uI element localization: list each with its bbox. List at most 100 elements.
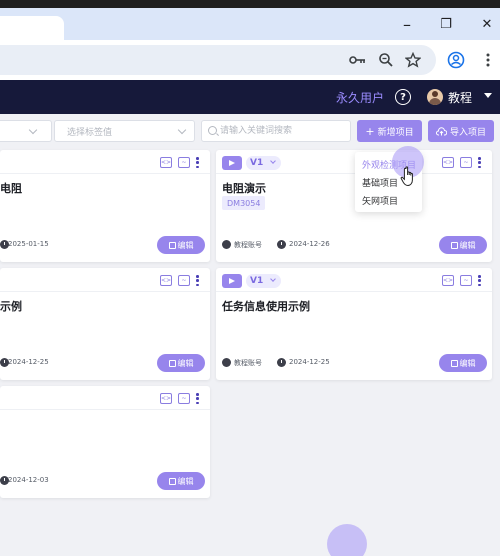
chevron-down-icon (177, 125, 187, 135)
card-header: <> ~ (0, 150, 210, 174)
more-icon[interactable] (196, 275, 199, 286)
send-tag-icon[interactable] (222, 274, 242, 288)
more-icon[interactable] (196, 393, 199, 404)
more-icon[interactable] (478, 275, 481, 286)
edit-label: 编辑 (459, 240, 476, 250)
card-title: 电阻 (0, 182, 22, 195)
project-card[interactable]: V1 <> ~ 电阻演示 DM3054 教程账号 2024-12-26 编辑 (216, 150, 492, 262)
clock-icon (277, 358, 286, 367)
project-card[interactable]: <> ~ 电阻 2025-01-15 编辑 (0, 150, 210, 262)
code-icon[interactable]: <> (160, 393, 172, 404)
new-project-label: 新增项目 (377, 127, 414, 138)
edit-button[interactable]: 编辑 (157, 236, 205, 254)
course-menu-label[interactable]: 教程 (448, 89, 472, 106)
project-card[interactable]: V1 <> ~ 任务信息使用示例 教程账号 2024-12-25 编辑 (216, 268, 492, 380)
address-bar[interactable] (0, 45, 436, 75)
edit-button[interactable]: 编辑 (439, 354, 487, 372)
user-status-label[interactable]: 永久用户 (336, 89, 384, 106)
click-ripple (327, 524, 367, 556)
card-header: V1 <> ~ (216, 150, 492, 174)
menu-item-vna-project[interactable]: 矢网项目 (362, 194, 398, 207)
profile-icon[interactable] (446, 50, 466, 70)
screen-top-edge (0, 0, 500, 8)
chevron-down-icon (28, 125, 38, 135)
card-date: 2024-12-25 (8, 358, 49, 366)
search-box[interactable] (201, 120, 351, 142)
chart-icon[interactable]: ~ (460, 275, 472, 286)
browser-tab[interactable] (0, 16, 64, 40)
code-icon[interactable]: <> (442, 157, 454, 168)
chart-icon[interactable]: ~ (460, 157, 472, 168)
edit-label: 编辑 (177, 358, 194, 368)
edit-button[interactable]: 编辑 (157, 472, 205, 490)
close-icon[interactable]: ✕ (472, 12, 500, 36)
new-project-button[interactable]: + 新增项目 (357, 120, 422, 142)
edit-icon (168, 477, 176, 485)
search-input[interactable] (220, 123, 348, 139)
edit-label: 编辑 (459, 358, 476, 368)
project-card[interactable]: <> ~ 2024-12-03 编辑 (0, 386, 210, 498)
code-icon[interactable]: <> (160, 275, 172, 286)
send-tag-icon[interactable] (222, 156, 242, 170)
card-header: V1 <> ~ (216, 268, 492, 292)
project-card[interactable]: <> ~ 示例 2024-12-25 编辑 (0, 268, 210, 380)
chevron-down-icon (270, 158, 276, 164)
hand-cursor-icon (400, 166, 413, 187)
card-title: 任务信息使用示例 (222, 300, 310, 313)
filter-toolbar: 选择标签值 + 新增项目 导入项目 (0, 114, 500, 150)
code-icon[interactable]: <> (442, 275, 454, 286)
zoom-icon[interactable] (376, 50, 396, 70)
user-icon (222, 240, 231, 249)
user-icon (222, 358, 231, 367)
menu-item-basic-project[interactable]: 基础项目 (362, 176, 398, 189)
help-icon[interactable]: ? (395, 89, 411, 105)
card-author: 教程账号 (234, 241, 262, 249)
import-project-button[interactable]: 导入项目 (428, 120, 494, 142)
version-label: V1 (250, 158, 264, 168)
chart-icon[interactable]: ~ (178, 275, 190, 286)
edit-icon (450, 241, 458, 249)
key-icon[interactable] (348, 50, 368, 70)
card-header: <> ~ (0, 386, 210, 410)
search-icon (208, 126, 217, 135)
edit-button[interactable]: 编辑 (439, 236, 487, 254)
more-icon[interactable] (478, 157, 481, 168)
caret-down-icon[interactable] (484, 93, 492, 98)
version-label: V1 (250, 276, 264, 286)
import-project-label: 导入项目 (449, 127, 486, 138)
code-icon[interactable]: <> (160, 157, 172, 168)
tag-select-placeholder: 选择标签值 (67, 128, 113, 138)
version-select[interactable]: V1 (246, 156, 281, 170)
card-date: 2024-12-26 (289, 240, 330, 248)
minimize-icon[interactable]: – (392, 12, 422, 36)
chevron-down-icon (270, 276, 276, 282)
version-select[interactable]: V1 (246, 274, 281, 288)
edit-icon (168, 359, 176, 367)
category-select[interactable] (0, 120, 52, 142)
card-author: 教程账号 (234, 359, 262, 367)
avatar[interactable] (427, 89, 443, 105)
browser-toolbar (0, 40, 500, 80)
app-header: 永久用户 ? 教程 (0, 80, 500, 114)
card-title: 电阻演示 (222, 182, 266, 195)
card-date: 2024-12-25 (289, 358, 330, 366)
clock-icon (277, 240, 286, 249)
bookmark-star-icon[interactable] (403, 50, 423, 70)
edit-icon (168, 241, 176, 249)
edit-label: 编辑 (177, 476, 194, 486)
browser-titlebar (0, 8, 500, 40)
edit-label: 编辑 (177, 240, 194, 250)
chart-icon[interactable]: ~ (178, 393, 190, 404)
card-date: 2024-12-03 (8, 476, 49, 484)
restore-icon[interactable]: ❐ (431, 12, 461, 36)
edit-icon (450, 359, 458, 367)
chart-icon[interactable]: ~ (178, 157, 190, 168)
tag-value-select[interactable]: 选择标签值 (54, 120, 195, 142)
card-date: 2025-01-15 (8, 240, 49, 248)
more-icon[interactable] (196, 157, 199, 168)
edit-button[interactable]: 编辑 (157, 354, 205, 372)
device-code-tag: DM3054 (222, 196, 266, 210)
cloud-upload-icon (436, 126, 447, 135)
card-header: <> ~ (0, 268, 210, 292)
menu-kebab-icon[interactable] (478, 50, 498, 70)
